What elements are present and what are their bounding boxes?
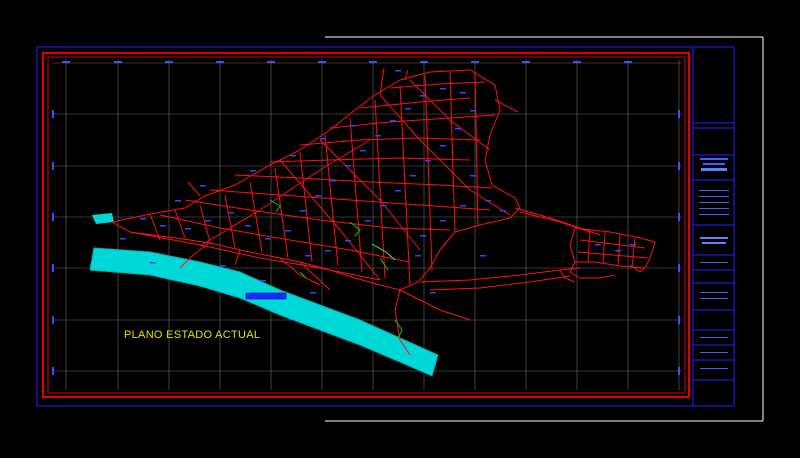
block-labels [120, 70, 636, 294]
east-district-streets[interactable] [559, 227, 656, 283]
drawing-title: PLANO ESTADO ACTUAL [124, 329, 261, 341]
beach-stub [92, 213, 114, 224]
title-block[interactable] [692, 46, 735, 407]
street-network[interactable] [110, 67, 601, 356]
beach-label-box [245, 292, 287, 300]
cad-drawing-canvas[interactable] [0, 0, 800, 458]
sheet-border [325, 36, 764, 422]
